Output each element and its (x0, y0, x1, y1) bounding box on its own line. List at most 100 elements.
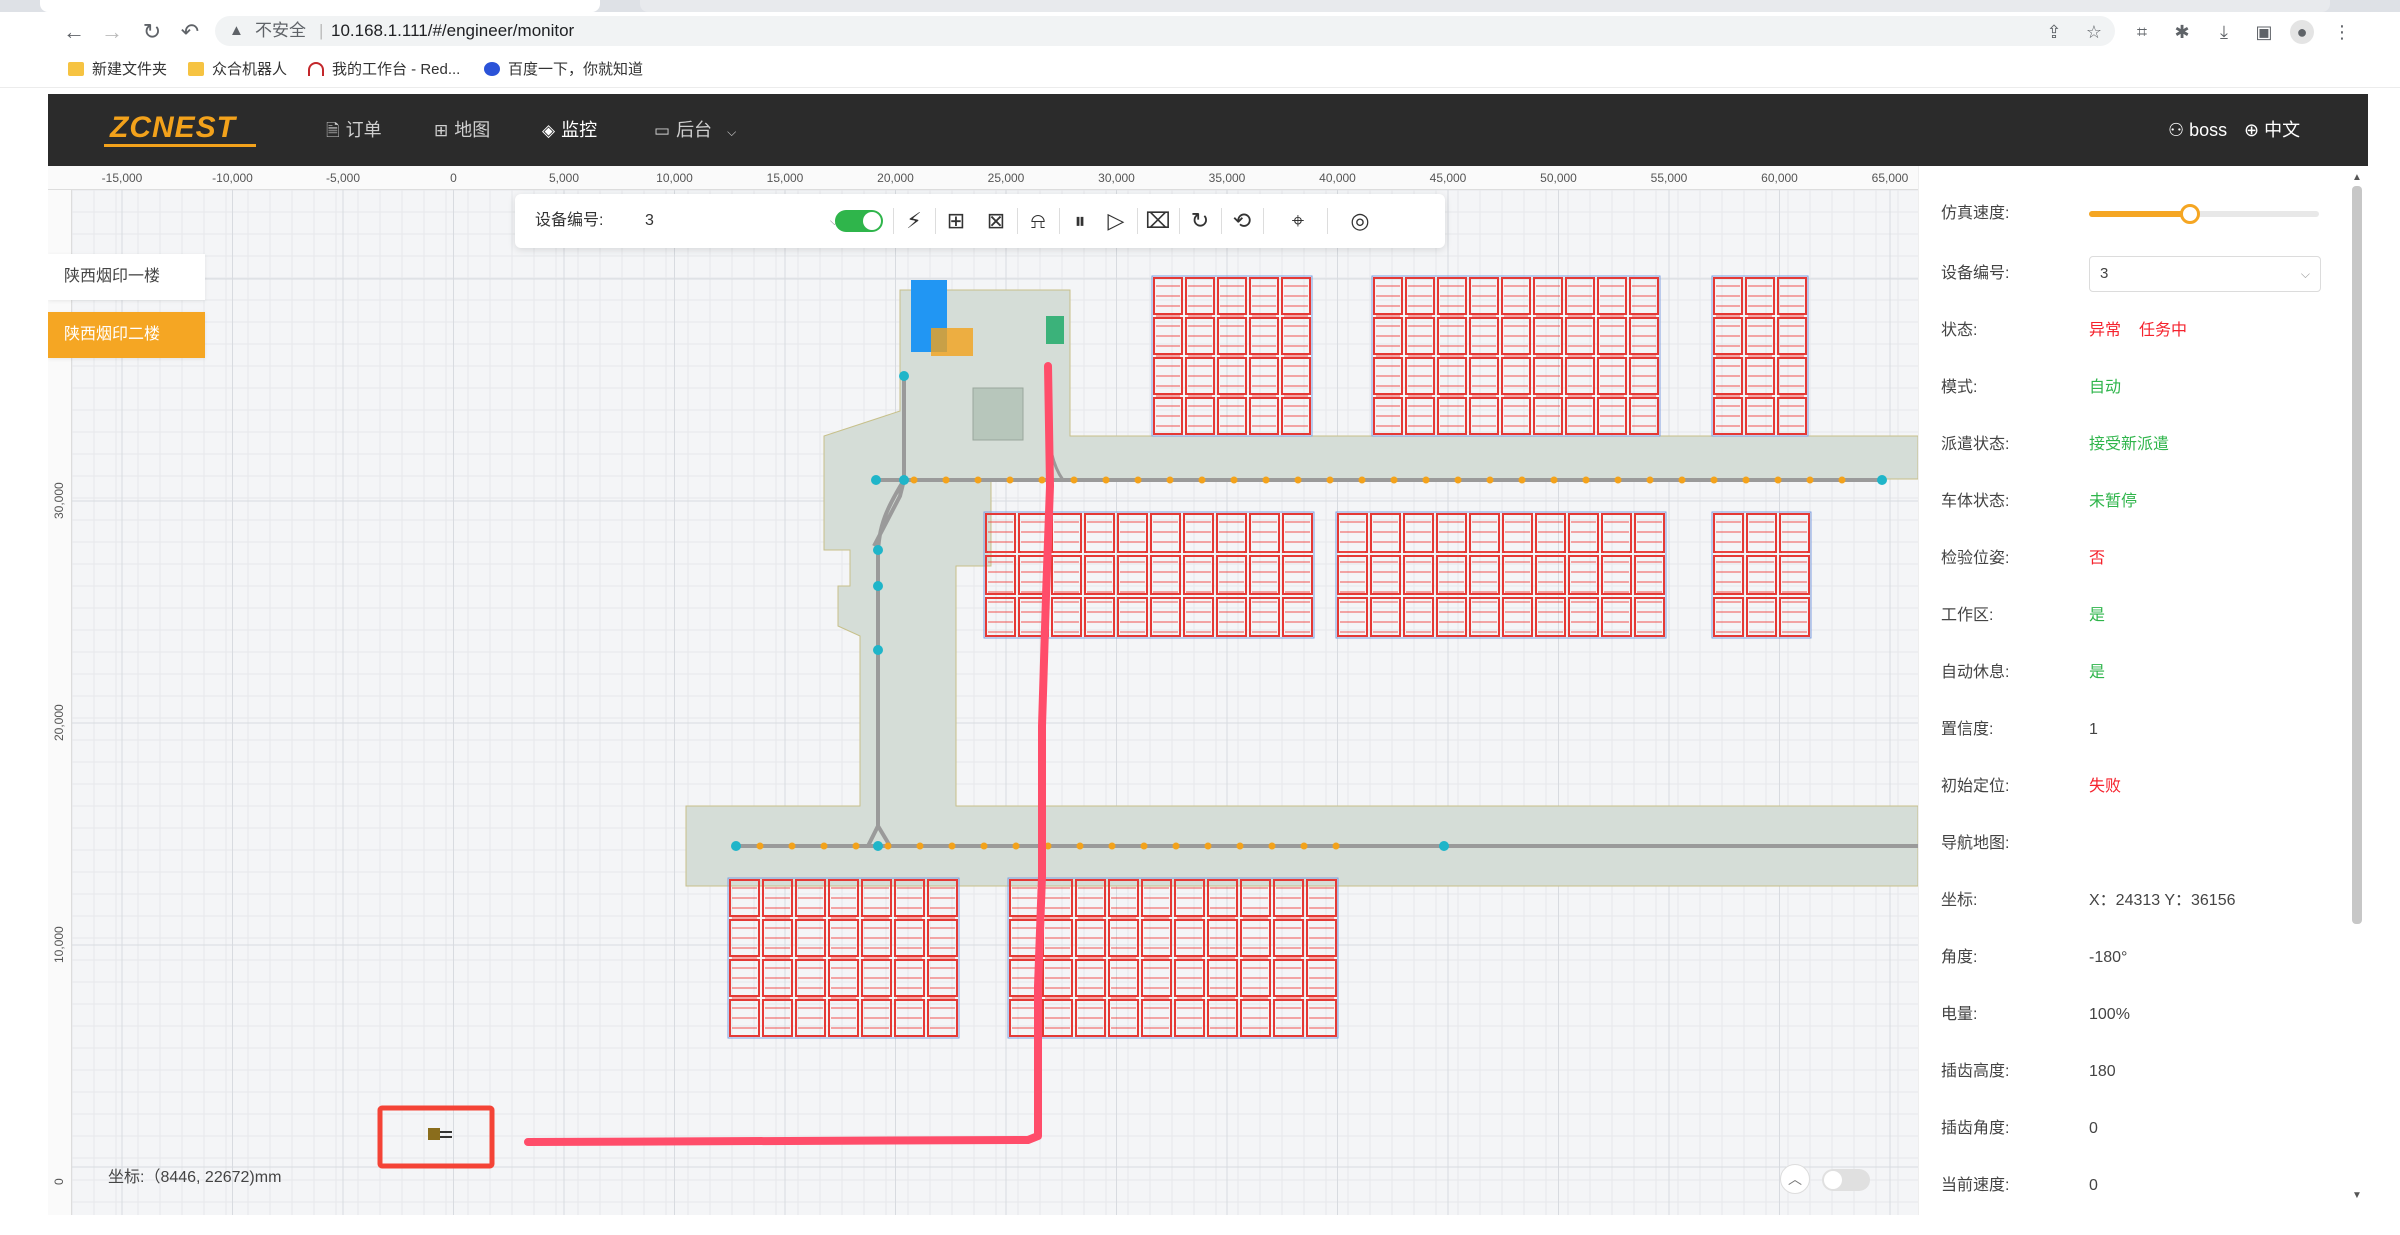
simulation-speed-slider[interactable] (2089, 204, 2319, 224)
crop-icon[interactable]: ⌗ (2130, 20, 2154, 44)
junction-node (1439, 841, 1449, 851)
back-icon[interactable]: ← (60, 18, 88, 46)
ruler-tick-x: -10,000 (212, 171, 253, 185)
junction-node (1877, 475, 1887, 485)
status-value: 接受新派遣 (2089, 436, 2170, 453)
road-node (1230, 476, 1238, 484)
junction-node (871, 475, 881, 485)
bookmark-item[interactable]: 百度一下，你就知道 (484, 58, 643, 82)
device-id-label: 设备编号: (535, 212, 604, 229)
status-key: 电量: (1941, 1006, 1978, 1023)
road-node (1204, 842, 1212, 850)
collapse-up-button[interactable]: ︿ (1780, 1164, 1810, 1194)
target-icon[interactable]: ◎ (1345, 206, 1375, 236)
map-canvas[interactable]: -15,000 -10,000 -5,000 0 5,000 10,000 15,000 20… (48, 166, 1918, 1215)
document-icon: 🗎 (326, 121, 340, 140)
browser-tab[interactable] (40, 0, 600, 12)
add-forklift-icon[interactable]: ⊞ (941, 206, 971, 236)
cube-icon: ◈ (542, 121, 556, 140)
nav-map[interactable]: ⊞ 地图 (434, 116, 490, 144)
floor-list: 陕西烟印一楼 陕西烟印二楼 (48, 254, 205, 370)
charge-icon[interactable]: ⚡ (899, 206, 929, 236)
road-node (756, 842, 764, 850)
status-value: 1 (2089, 721, 2098, 738)
status-row: 电量: 100% (1919, 995, 2339, 1035)
device-id-select[interactable]: 3 ⌵ (637, 207, 845, 235)
device-enable-toggle[interactable] (835, 210, 883, 232)
share-icon[interactable]: ⇪ (2042, 20, 2066, 44)
panel-scrollbar[interactable]: ▲ ▼ (2349, 172, 2365, 1202)
clear-task-icon[interactable]: ⌧ (1143, 206, 1173, 236)
road-node (1358, 476, 1366, 484)
road-node (1012, 842, 1020, 850)
map-view-toggle[interactable] (1822, 1169, 1870, 1191)
profile-icon[interactable]: ● (2290, 20, 2314, 44)
forward-icon[interactable]: → (98, 18, 126, 46)
location-pin-icon[interactable]: ⌖ (1283, 206, 1313, 236)
address-bar[interactable]: ▲ 不安全 | 10.168.1.111/#/engineer/monitor (215, 16, 2115, 46)
road-node (1236, 842, 1244, 850)
floor-item-2[interactable]: 陕西烟印二楼 (48, 312, 205, 358)
nav-orders[interactable]: 🗎 订单 (326, 116, 382, 144)
browser-tab[interactable] (640, 0, 2330, 12)
road-node (974, 476, 982, 484)
ruler-tick-x: 40,000 (1319, 171, 1356, 185)
browser-tab-strip (0, 0, 2400, 12)
status-value: 0 (2089, 1177, 2098, 1194)
download-icon[interactable]: ⤓ (2212, 20, 2236, 44)
road-node (1268, 842, 1276, 850)
sidepanel-icon[interactable]: ▣ (2252, 20, 2276, 44)
user-menu[interactable]: ⚇ boss (2168, 116, 2227, 144)
alarm-icon[interactable]: ⍾ (1023, 206, 1053, 236)
status-key: 车体状态: (1941, 493, 2010, 510)
scroll-down-icon[interactable]: ▼ (2349, 1190, 2365, 1201)
nav-backend[interactable]: ▭ 后台 ⌵ (654, 116, 736, 144)
url-text[interactable]: 10.168.1.111/#/engineer/monitor (331, 16, 574, 46)
ruler-tick-y: 30,000 (52, 482, 66, 519)
road-node (1198, 476, 1206, 484)
bookmark-item[interactable]: 我的工作台 - Red... (308, 58, 460, 82)
conveyor (1046, 316, 1064, 344)
road-node (1166, 476, 1174, 484)
language-switch[interactable]: ⊕ 中文 (2244, 116, 2300, 144)
sync-icon[interactable]: ⟲ (1227, 206, 1257, 236)
refresh-icon[interactable]: ↻ (1185, 206, 1215, 236)
security-label: 不安全 (255, 21, 306, 40)
nav-monitor[interactable]: ◈ 监控 (542, 116, 597, 144)
junction-node (731, 841, 741, 851)
road-node (884, 842, 892, 850)
status-value-secondary: 任务中 (2139, 322, 2188, 339)
road-node (948, 842, 956, 850)
ruler-tick-x: 25,000 (987, 171, 1025, 185)
ruler-tick-x: 55,000 (1650, 171, 1688, 185)
extensions-icon[interactable]: ✱ (2170, 20, 2194, 44)
status-row: 工作区: 是 (1919, 596, 2339, 636)
status-row: 模式: 自动 (1919, 368, 2339, 408)
warehouse-map[interactable] (48, 166, 1918, 1215)
rack-block (1711, 511, 1812, 639)
panel-device-select[interactable]: 3 ⌵ (2089, 256, 2321, 292)
play-icon[interactable]: ▷ (1101, 206, 1131, 236)
status-row: 初始定位: 失败 (1919, 767, 2339, 807)
junction-node (873, 545, 883, 555)
app-logo[interactable]: ZCNEST (110, 111, 236, 145)
reload-icon[interactable]: ↻ (138, 18, 166, 46)
remove-forklift-icon[interactable]: ⊠ (981, 206, 1011, 236)
pallet-zone (972, 387, 1024, 441)
bookmark-item[interactable]: 众合机器人 (188, 58, 287, 82)
status-row: 坐标: X：24313 Y：36156 (1919, 881, 2339, 921)
device-toolbar: 设备编号: 3 ⌵ ⚡ ⊞ ⊠ ⍾ ⏸ ▷ ⌧ ↻ ⟲ ⌖ ◎ (515, 194, 1445, 248)
floor-item-1[interactable]: 陕西烟印一楼 (48, 254, 205, 300)
road-node (942, 476, 950, 484)
pause-icon[interactable]: ⏸ (1065, 206, 1095, 236)
status-row: 角度: -180° (1919, 938, 2339, 978)
coordinate-readout: 坐标:（8446, 22672)mm (108, 1169, 282, 1186)
road-node (1486, 476, 1494, 484)
status-row: 置信度: 1 (1919, 710, 2339, 750)
bookmark-item[interactable]: 新建文件夹 (68, 58, 167, 82)
kebab-menu-icon[interactable]: ⋮ (2330, 20, 2354, 44)
star-icon[interactable]: ☆ (2082, 20, 2106, 44)
status-value: 0 (2089, 1120, 2098, 1137)
scroll-up-icon[interactable]: ▲ (2349, 172, 2365, 183)
undo-icon[interactable]: ↶ (176, 18, 204, 46)
